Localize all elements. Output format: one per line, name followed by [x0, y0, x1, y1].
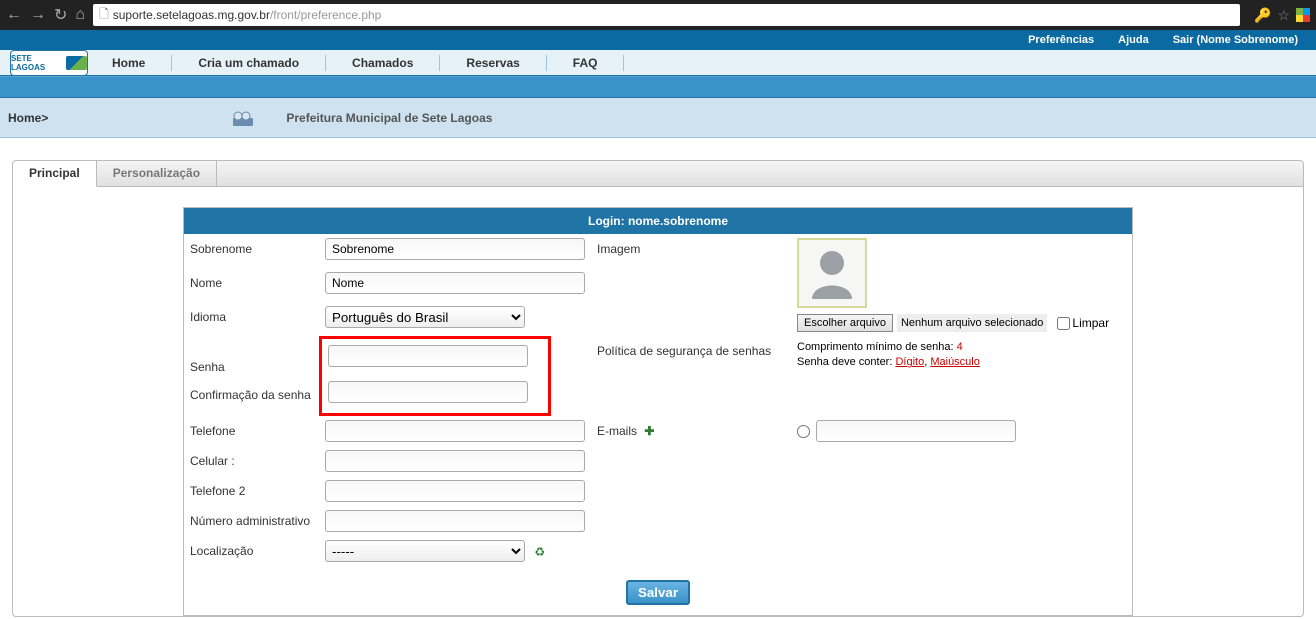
nav-sep [171, 55, 172, 71]
form-table: Sobrenome Imagem Escolher arquivo Nen [184, 234, 1132, 615]
avatar-icon [804, 245, 860, 301]
email-default-radio[interactable] [797, 425, 810, 438]
breadcrumb-home[interactable]: Home> [8, 111, 48, 125]
breadcrumb: Home> Prefeitura Municipal de Sete Lagoa… [0, 98, 1316, 138]
nav-cria[interactable]: Cria um chamado [198, 56, 299, 70]
policy-line1-pre: Comprimento mínimo de senha: [797, 341, 957, 353]
policy-text: Comprimento mínimo de senha: 4 Senha dev… [797, 340, 1126, 371]
label-telefone: Telefone [184, 416, 319, 446]
url-path: /front/preference.php [270, 8, 381, 22]
form-title: Login: nome.sobrenome [184, 208, 1132, 234]
label-idioma: Idioma [184, 302, 319, 336]
nav-sep [546, 55, 547, 71]
avatar [797, 238, 867, 308]
preferencias-link[interactable]: Preferências [1028, 34, 1094, 46]
forward-icon[interactable]: → [30, 6, 46, 24]
confirmacao-senha-input[interactable] [328, 381, 528, 403]
browser-toolbar: ← → ↻ ⌂ 🗋 suporte.setelagoas.mg.gov.br/f… [0, 0, 1316, 30]
nav-sep [623, 55, 624, 71]
file-none-text: Nenhum arquivo selecionado [897, 314, 1047, 332]
idioma-select[interactable]: Português do Brasil [325, 306, 525, 328]
extension-icon[interactable] [1296, 8, 1310, 22]
limpar-checkbox[interactable] [1057, 317, 1070, 330]
ajuda-link[interactable]: Ajuda [1118, 34, 1149, 46]
numero-admin-input[interactable] [325, 510, 585, 532]
emails-row [797, 420, 1126, 442]
nav-sep [325, 55, 326, 71]
logo-flag-icon [66, 56, 87, 70]
telefone-input[interactable] [325, 420, 585, 442]
tab-row: Principal Personalização [13, 161, 1303, 187]
page-icon: 🗋 [99, 5, 109, 26]
policy-line2-pre: Senha deve conter: [797, 356, 895, 368]
nav-chamados[interactable]: Chamados [352, 56, 413, 70]
mid-blue-bar [0, 76, 1316, 98]
nav-faq[interactable]: FAQ [573, 56, 598, 70]
label-localizacao: Localização [184, 536, 319, 566]
home-icon[interactable]: ⌂ [75, 6, 85, 24]
star-icon[interactable]: ☆ [1277, 7, 1290, 24]
label-emails: E-mails [597, 424, 637, 438]
key-icon[interactable]: 🔑 [1254, 7, 1271, 24]
label-confirmacao: Confirmação da senha [190, 388, 313, 402]
add-email-icon[interactable]: ✚ [644, 424, 654, 438]
entity-icon[interactable] [230, 108, 256, 128]
back-icon[interactable]: ← [6, 6, 22, 24]
label-nome: Nome [184, 268, 319, 302]
content: Principal Personalização Login: nome.sob… [0, 138, 1316, 617]
breadcrumb-entity[interactable]: Prefeitura Municipal de Sete Lagoas [286, 111, 492, 125]
user-bar: Preferências Ajuda Sair (Nome Sobrenome) [0, 30, 1316, 50]
celular-input[interactable] [325, 450, 585, 472]
tab-personalizacao[interactable]: Personalização [97, 161, 217, 186]
telefone2-input[interactable] [325, 480, 585, 502]
label-telefone2: Telefone 2 [184, 476, 319, 506]
nav-home[interactable]: Home [112, 56, 145, 70]
url-bar[interactable]: 🗋 suporte.setelagoas.mg.gov.br/front/pre… [93, 4, 1240, 26]
choose-file-button[interactable]: Escolher arquivo [797, 314, 893, 332]
label-sobrenome: Sobrenome [184, 234, 319, 268]
nav-reservas[interactable]: Reservas [466, 56, 519, 70]
label-celular: Celular : [184, 446, 319, 476]
file-row: Escolher arquivo Nenhum arquivo selecion… [797, 314, 1126, 332]
form-box: Login: nome.sobrenome Sobrenome Imagem [183, 207, 1133, 616]
sobrenome-input[interactable] [325, 238, 585, 260]
reload-icon[interactable]: ↻ [54, 5, 67, 25]
limpar-label: Limpar [1072, 316, 1109, 330]
senha-input[interactable] [328, 345, 528, 367]
nav-sep [439, 55, 440, 71]
localizacao-select[interactable]: ----- [325, 540, 525, 562]
policy-min-length: 4 [957, 341, 963, 353]
main-nav: SETE LAGOAS Home Cria um chamado Chamado… [0, 50, 1316, 76]
label-imagem: Imagem [591, 234, 791, 268]
policy-digito-link[interactable]: Dígito [895, 356, 924, 368]
url-host: suporte.setelagoas.mg.gov.br [113, 8, 270, 22]
nome-input[interactable] [325, 272, 585, 294]
tab-principal[interactable]: Principal [13, 161, 97, 187]
label-numero-admin: Número administrativo [184, 506, 319, 536]
label-senha: Senha [190, 360, 313, 374]
policy-maiusculo-link[interactable]: Maiúsculo [930, 356, 980, 368]
password-highlight [319, 336, 551, 416]
tab-container: Principal Personalização Login: nome.sob… [12, 160, 1304, 617]
logo[interactable]: SETE LAGOAS [10, 50, 88, 76]
save-button[interactable]: Salvar [626, 580, 690, 605]
email-input[interactable] [816, 420, 1016, 442]
label-politica: Política de segurança de senhas [591, 336, 791, 370]
browser-right-icons: 🔑 ☆ [1248, 7, 1310, 24]
sair-link[interactable]: Sair (Nome Sobrenome) [1173, 34, 1298, 46]
limpar-group: Limpar [1057, 316, 1109, 330]
logo-text: SETE LAGOAS [11, 54, 64, 72]
reload-location-icon[interactable]: ♻ [534, 545, 545, 559]
